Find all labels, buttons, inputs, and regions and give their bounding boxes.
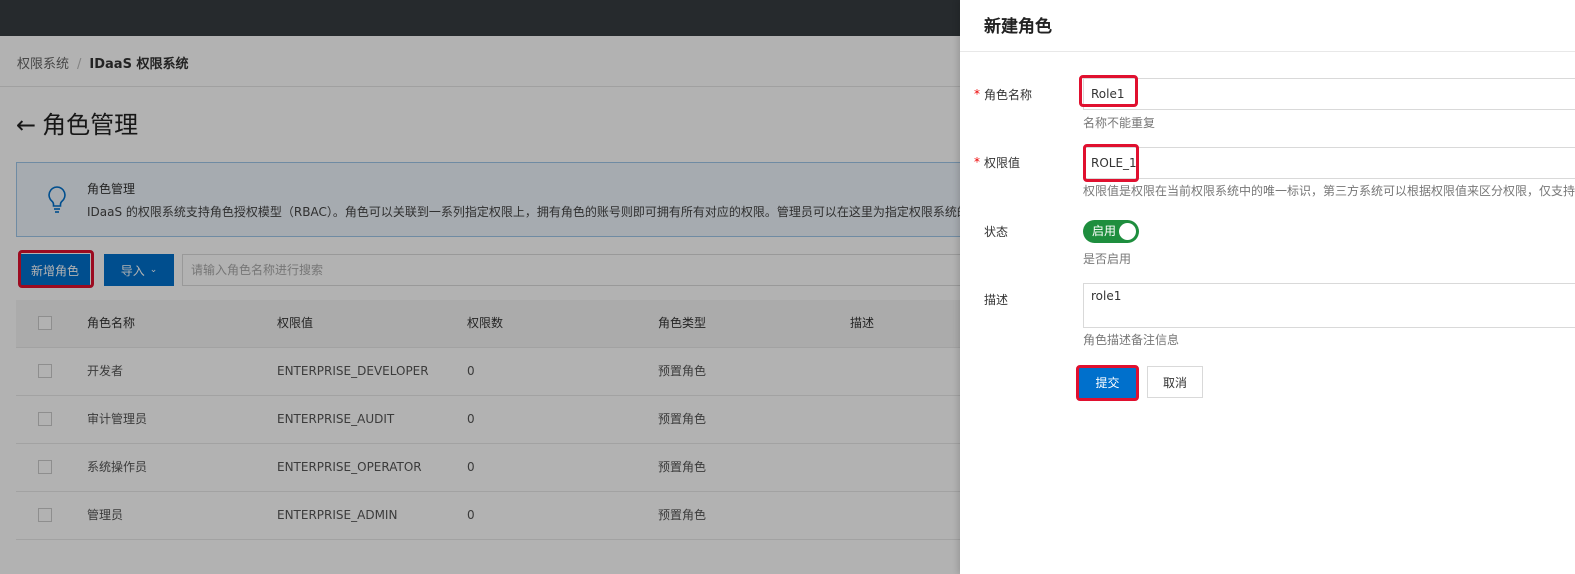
highlight-box-role-name xyxy=(1079,75,1138,107)
description-label: 描述 xyxy=(984,293,1009,307)
status-help: 是否启用 xyxy=(1083,252,1132,266)
modal-overlay[interactable] xyxy=(0,0,960,574)
status-toggle[interactable]: 启用 xyxy=(1083,220,1139,243)
highlight-box-submit xyxy=(1076,365,1139,401)
drawer-title: 新建角色 xyxy=(984,17,1052,37)
required-marker: * xyxy=(974,155,980,169)
status-label: 状态 xyxy=(984,225,1009,239)
cancel-button[interactable]: 取消 xyxy=(1147,366,1203,398)
description-textarea[interactable]: role1 xyxy=(1083,283,1575,328)
permission-value-help: 权限值是权限在当前权限系统中的唯一标识，第三方系统可以根据权限值来区分权限，仅支… xyxy=(1083,184,1575,198)
required-marker: * xyxy=(974,87,980,101)
drawer-divider xyxy=(960,51,1575,52)
permission-value-label: 权限值 xyxy=(984,156,1021,170)
cancel-label: 取消 xyxy=(1162,375,1187,390)
role-name-help: 名称不能重复 xyxy=(1083,116,1156,130)
highlight-box-permission-value xyxy=(1083,144,1139,182)
role-name-label: 角色名称 xyxy=(984,88,1033,102)
role-name-input[interactable]: Role1 xyxy=(1083,78,1575,110)
toggle-knob xyxy=(1119,223,1136,240)
permission-value-input[interactable]: ROLE_1 xyxy=(1083,147,1575,179)
status-toggle-text: 启用 xyxy=(1092,224,1117,238)
create-role-drawer: 新建角色 * 角色名称 Role1 名称不能重复 * 权限值 ROLE_1 权限… xyxy=(960,0,1575,574)
description-help: 角色描述备注信息 xyxy=(1083,333,1180,347)
